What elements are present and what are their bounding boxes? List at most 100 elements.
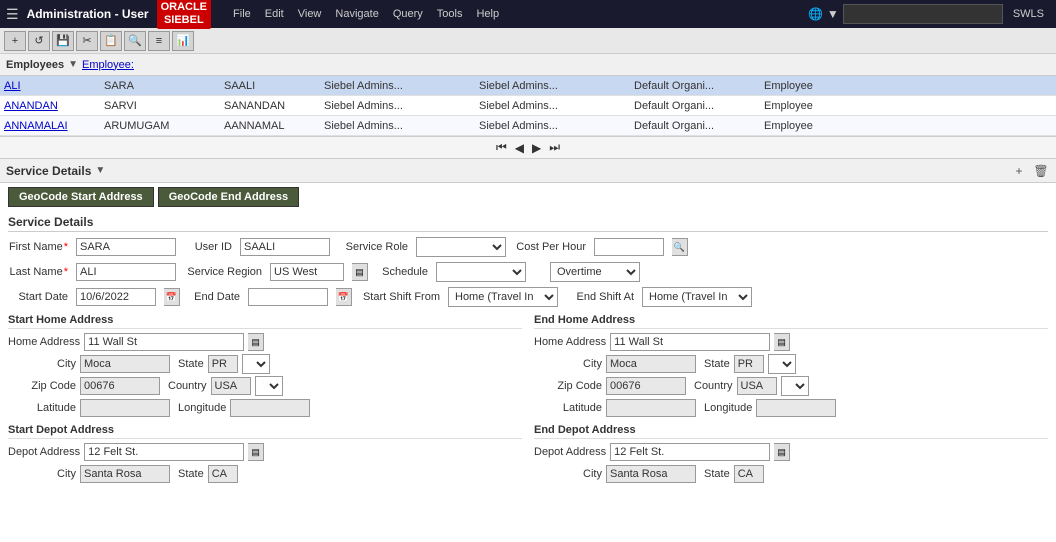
top-nav: ☰ Administration - User ORACLE SIEBEL Fi… [0,0,1056,28]
service-region-pick-btn[interactable]: ▤ [352,263,368,281]
end-depot-address-section: End Depot Address Depot Address ▤ City S… [534,424,1048,485]
section-expand-arrow[interactable]: ▼ [95,165,105,176]
section-title: Service Details [6,164,91,178]
nav-user-label: SWLS [1007,8,1050,20]
depot-address-columns: Start Depot Address Depot Address ▤ City… [8,424,1048,485]
employee-first-name[interactable]: ANANDAN [4,100,104,112]
start-state-select[interactable]: ▼ [242,354,270,374]
end-zip-label: Zip Code [534,380,602,392]
start-zip-input[interactable] [80,377,160,395]
section-delete-btn[interactable]: 🗑 [1032,162,1050,180]
toolbar-new-btn[interactable]: + [4,31,26,51]
user-id-input[interactable] [240,238,330,256]
start-lon-label: Longitude [178,402,226,414]
table-row[interactable]: ANNAMALAI ARUMUGAM AANNAMAL Siebel Admin… [0,116,1056,136]
start-state-input[interactable] [208,355,238,373]
toolbar-copy-btn[interactable]: 📋 [100,31,122,51]
start-date-input[interactable] [76,288,156,306]
table-row[interactable]: ALI SARA SAALI Siebel Admins... Siebel A… [0,76,1056,96]
end-depot-addr-row: Depot Address ▤ [534,442,1048,462]
end-depot-state-input[interactable] [734,465,764,483]
service-region-input[interactable] [270,263,344,281]
end-lat-input[interactable] [606,399,696,417]
end-date-pick-btn[interactable]: 📅 [336,288,352,306]
start-depot-city-input[interactable] [80,465,170,483]
start-date-pick-btn[interactable]: 📅 [164,288,180,306]
toolbar-save-btn[interactable]: 💾 [52,31,74,51]
section-add-btn[interactable]: + [1010,162,1028,180]
nav-menu: File Edit View Navigate Query Tools Help [227,6,505,22]
toolbar-chart-btn[interactable]: 📊 [172,31,194,51]
cost-per-hour-input[interactable] [594,238,664,256]
page-last-btn[interactable]: ⏭ [547,140,562,155]
start-zip-label: Zip Code [8,380,76,392]
start-shift-select[interactable]: Home (Travel In [448,287,558,307]
start-home-address-pick-btn[interactable]: ▤ [248,333,264,351]
end-depot-city-input[interactable] [606,465,696,483]
end-depot-address-pick-btn[interactable]: ▤ [774,443,790,461]
hamburger-icon[interactable]: ☰ [6,6,19,23]
start-home-address-input[interactable] [84,333,244,351]
end-depot-address-title: End Depot Address [534,424,1048,439]
start-country-input[interactable] [211,377,251,395]
end-depot-address-label: Depot Address [534,446,606,458]
page-next-btn[interactable]: ▶ [530,141,543,155]
end-country-label: Country [694,380,733,392]
page-prev-btn[interactable]: ◀ [513,141,526,155]
nav-search-area: 🌐 ▼ SWLS [808,4,1050,24]
start-lat-input[interactable] [80,399,170,417]
end-country-input[interactable] [737,377,777,395]
start-lon-input[interactable] [230,399,310,417]
service-details-subsection-title: Service Details [8,213,1048,232]
start-city-input[interactable] [80,355,170,373]
dropdown-arrow-icon[interactable]: ▼ [827,7,839,21]
start-depot-address-input[interactable] [84,443,244,461]
end-state-select[interactable]: ▼ [768,354,796,374]
toolbar-delete-btn[interactable]: ✂ [76,31,98,51]
menu-help[interactable]: Help [470,6,505,22]
employee-first-name[interactable]: ALI [4,80,104,92]
menu-edit[interactable]: Edit [259,6,290,22]
filter-value[interactable]: Employee: [82,59,134,71]
start-depot-state-input[interactable] [208,465,238,483]
end-zip-input[interactable] [606,377,686,395]
menu-tools[interactable]: Tools [431,6,469,22]
start-depot-address-pick-btn[interactable]: ▤ [248,443,264,461]
toolbar-refresh-btn[interactable]: ↺ [28,31,50,51]
end-date-input[interactable] [248,288,328,306]
toolbar-query-btn[interactable]: 🔍 [124,31,146,51]
geocode-start-btn[interactable]: GeoCode Start Address [8,187,154,207]
schedule-select[interactable] [436,262,526,282]
start-country-label: Country [168,380,207,392]
end-city-input[interactable] [606,355,696,373]
globe-icon[interactable]: 🌐 [808,7,823,21]
menu-view[interactable]: View [292,6,328,22]
filter-arrow[interactable]: ▼ [68,59,78,70]
nav-search-input[interactable] [843,4,1003,24]
end-home-address-pick-btn[interactable]: ▤ [774,333,790,351]
menu-navigate[interactable]: Navigate [329,6,384,22]
employee-first-name[interactable]: ANNAMALAI [4,120,104,132]
table-row[interactable]: ANANDAN SARVI SANANDAN Siebel Admins... … [0,96,1056,116]
end-country-select[interactable]: ▼ [781,376,809,396]
menu-file[interactable]: File [227,6,257,22]
end-city-label: City [534,358,602,370]
start-zip-row: Zip Code Country ▼ [8,376,522,396]
page-first-btn[interactable]: ⏮ [494,140,509,155]
end-shift-select[interactable]: Home (Travel In [642,287,752,307]
service-role-select[interactable] [416,237,506,257]
first-name-input[interactable] [76,238,176,256]
geocode-end-btn[interactable]: GeoCode End Address [158,187,299,207]
last-name-input[interactable] [76,263,176,281]
toolbar-list-btn[interactable]: ≡ [148,31,170,51]
home-address-columns: Start Home Address Home Address ▤ City S… [8,314,1048,420]
overtime-select[interactable]: Overtime [550,262,640,282]
cost-per-hour-pick-btn[interactable]: 🔍 [672,238,688,256]
end-lon-input[interactable] [756,399,836,417]
employee-last-name: ARUMUGAM [104,120,224,132]
end-state-input[interactable] [734,355,764,373]
start-country-select[interactable]: ▼ [255,376,283,396]
end-home-address-input[interactable] [610,333,770,351]
end-depot-address-input[interactable] [610,443,770,461]
menu-query[interactable]: Query [387,6,429,22]
